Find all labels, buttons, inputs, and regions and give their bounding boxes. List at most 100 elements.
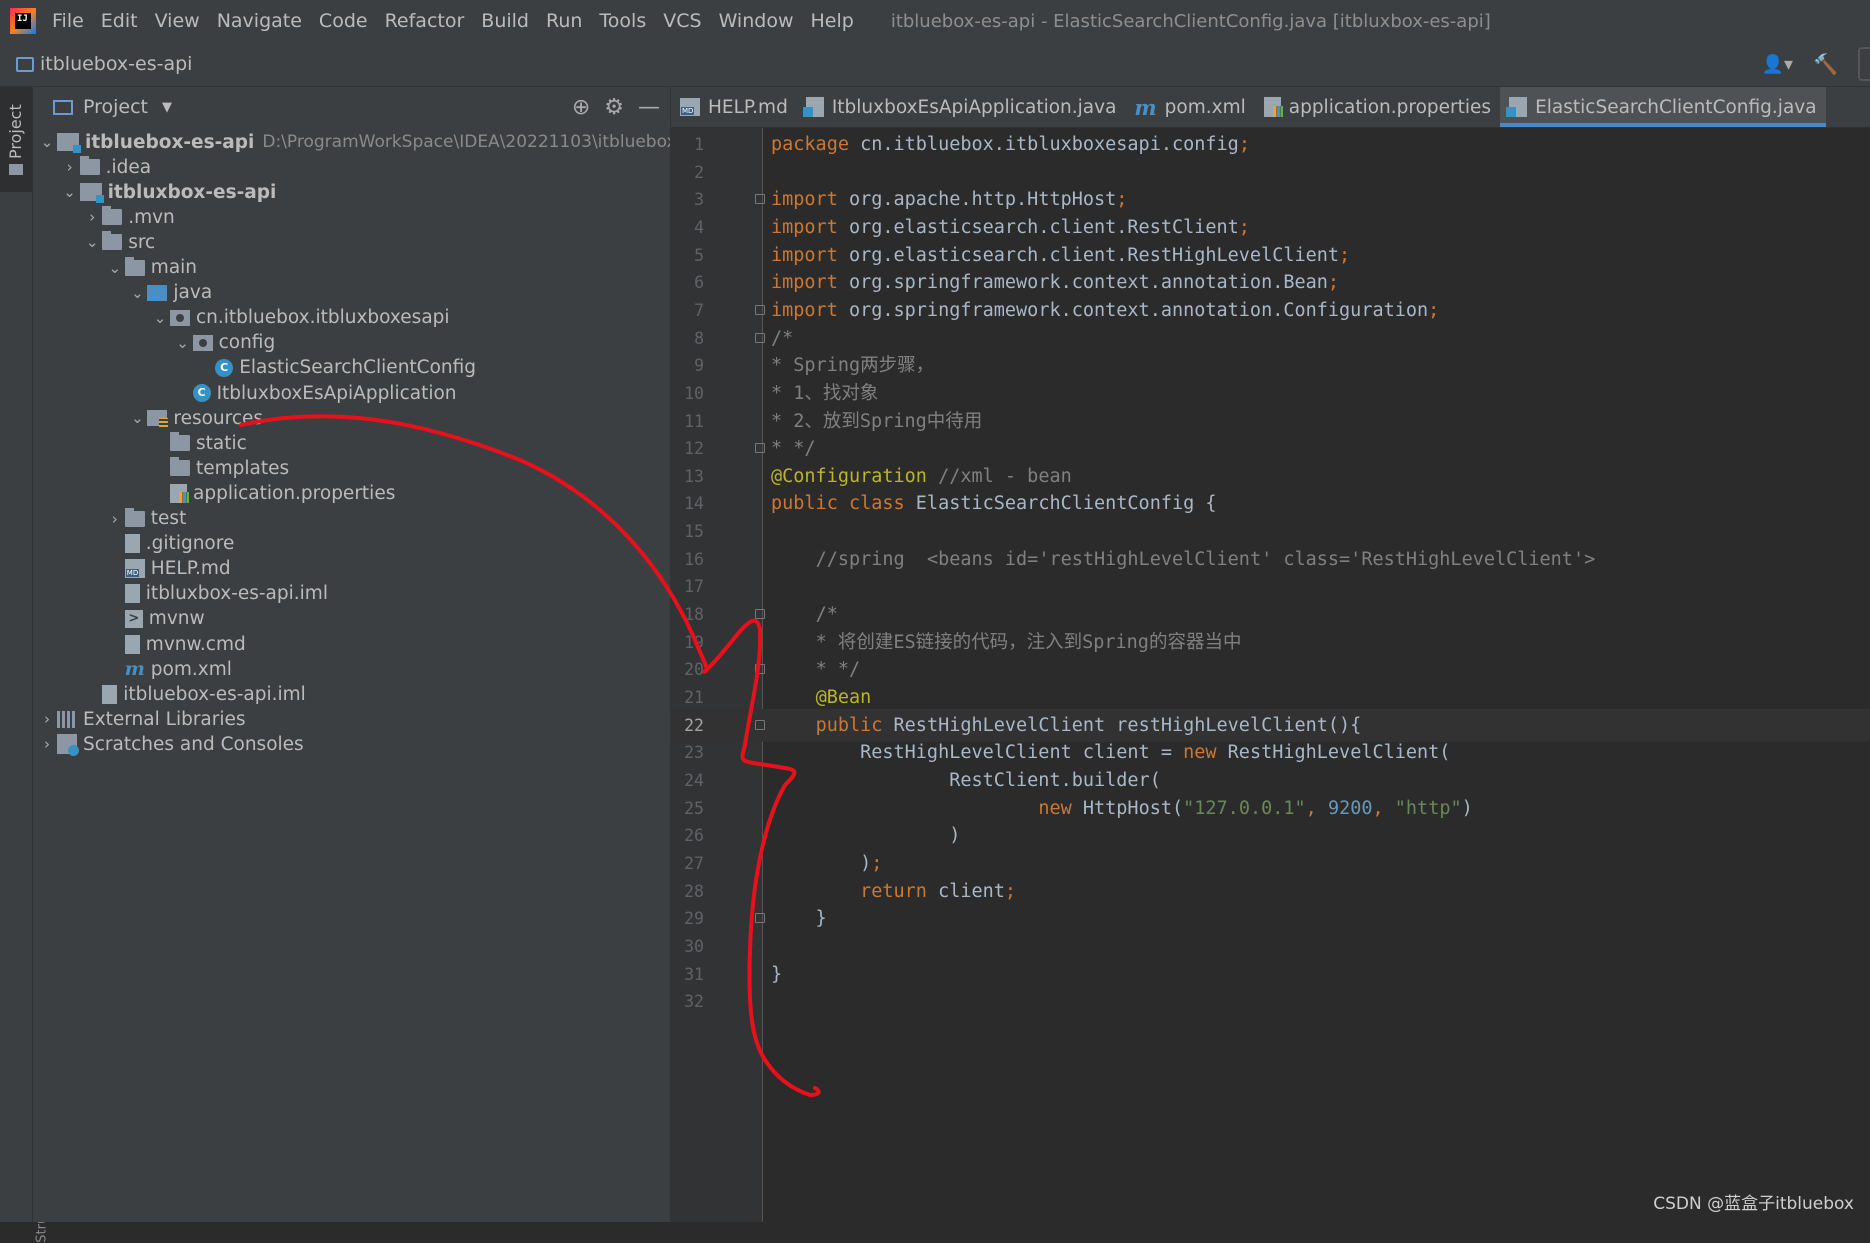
- fold-marker-icon[interactable]: [755, 443, 765, 454]
- menu-vcs[interactable]: VCS: [663, 10, 701, 32]
- menu-run[interactable]: Run: [546, 10, 582, 32]
- menu-window[interactable]: Window: [719, 10, 794, 32]
- fold-marker-icon[interactable]: [755, 913, 765, 924]
- java-file-icon: [1506, 97, 1528, 117]
- code-token: }: [771, 963, 783, 985]
- tree-item[interactable]: application.properties: [150, 478, 395, 508]
- menu-help[interactable]: Help: [810, 10, 853, 32]
- tree-item-label: mvnw: [148, 608, 205, 630]
- fold-marker-icon[interactable]: [755, 304, 765, 315]
- chevron-down-icon[interactable]: ⌄: [127, 409, 147, 427]
- chevron-right-icon[interactable]: ›: [82, 208, 102, 226]
- menu-tools[interactable]: Tools: [599, 10, 646, 32]
- code-token: ,: [1305, 797, 1328, 819]
- chevron-right-icon[interactable]: ›: [105, 510, 125, 528]
- code-line[interactable]: 32: [671, 985, 1870, 1018]
- tree-item-label: itbluebox-es-api.iml: [123, 683, 306, 705]
- code-token: org.springframework.context.annotation.C…: [848, 299, 1429, 321]
- code-token: RestClient.: [771, 769, 1072, 791]
- tab-label: application.properties: [1288, 96, 1492, 118]
- code-token: HttpHost(: [1082, 797, 1184, 819]
- code-token: ): [1461, 797, 1473, 819]
- minimize-icon[interactable]: —: [638, 95, 660, 120]
- editor: HELP.md ItbluxboxEsApiApplication.java mpo…: [671, 87, 1870, 1222]
- editor-tab[interactable]: application.properties: [1255, 87, 1500, 127]
- run-config-selector[interactable]: [1858, 47, 1870, 81]
- menu-view[interactable]: View: [155, 10, 200, 32]
- code-token: /*: [815, 604, 838, 626]
- md-icon: [124, 559, 145, 579]
- intellij-logo-icon[interactable]: IJ: [10, 8, 36, 34]
- tree-item[interactable]: › Scratches and Consoles: [37, 729, 304, 759]
- menu-code[interactable]: Code: [319, 10, 368, 32]
- project-tool-window-tab[interactable]: Project: [0, 87, 32, 192]
- chevron-down-icon[interactable]: ⌄: [37, 133, 57, 151]
- breadcrumb[interactable]: itbluebox-es-api: [40, 53, 192, 75]
- tree-item-label: application.properties: [193, 482, 396, 504]
- code-token: ): [771, 825, 961, 847]
- tree-item-label: .mvn: [128, 206, 175, 228]
- code-token: org.elasticsearch.client.RestClient: [848, 216, 1239, 238]
- code-token: ;: [1004, 880, 1017, 902]
- watermark: CSDN @蓝盒子itbluebox: [1653, 1194, 1854, 1214]
- menu-file[interactable]: File: [52, 10, 84, 32]
- build-hammer-icon[interactable]: 🔨: [1813, 52, 1838, 76]
- chevron-down-icon[interactable]: ⌄: [150, 309, 170, 327]
- res-icon: [147, 410, 169, 428]
- folder-icon: [170, 432, 190, 452]
- module-icon: [57, 133, 81, 153]
- fold-marker-icon[interactable]: [755, 194, 765, 205]
- chevron-down-icon[interactable]: ⌄: [105, 259, 125, 277]
- editor-tab[interactable]: ItbluxboxEsApiApplication.java: [797, 87, 1126, 127]
- chevron-right-icon[interactable]: ›: [60, 158, 80, 176]
- code-token: import: [771, 189, 849, 211]
- tree-item-label: src: [128, 231, 156, 253]
- fold-marker-icon[interactable]: [755, 609, 765, 620]
- code-token: ): [771, 852, 872, 874]
- editor-tab[interactable]: ElasticSearchClientConfig.java: [1500, 87, 1827, 127]
- chevron-right-icon[interactable]: ›: [37, 735, 57, 753]
- menu-items: File Edit View Navigate Code Refactor Build Run…: [52, 10, 871, 32]
- code-token: ;: [871, 852, 883, 874]
- tree-item-label: java: [173, 282, 213, 304]
- line-number: 32: [684, 992, 704, 1012]
- editor-tab[interactable]: m pom.xml: [1125, 87, 1254, 127]
- chevron-down-icon[interactable]: ⌄: [82, 233, 102, 251]
- editor-tab[interactable]: HELP.md: [671, 87, 797, 127]
- scratch-icon: [57, 734, 79, 757]
- libs-icon: [57, 710, 77, 728]
- panel-title[interactable]: Project: [83, 96, 148, 118]
- fold-marker-icon[interactable]: [755, 719, 765, 730]
- code-area[interactable]: 1 package cn.itbluebox.itbluxboxesapi.con…: [671, 128, 1870, 1222]
- md-file-icon: [680, 98, 700, 116]
- chevron-down-icon[interactable]: ⌄: [173, 334, 193, 352]
- code-token: ,: [1372, 797, 1395, 819]
- file-icon: [124, 534, 140, 554]
- chevron-right-icon[interactable]: ›: [37, 710, 57, 728]
- code-token: import: [771, 272, 849, 294]
- code-token: RestHighLevelClient restHighLevelClient(…: [893, 714, 1362, 736]
- chevron-down-icon[interactable]: ⌄: [127, 284, 147, 302]
- view-dropdown-icon[interactable]: ▼: [162, 100, 172, 115]
- fold-marker-icon[interactable]: [755, 332, 765, 343]
- code-token: public: [815, 714, 894, 736]
- chevron-down-icon[interactable]: ⌄: [60, 183, 80, 201]
- menu-build[interactable]: Build: [481, 10, 529, 32]
- menu-edit[interactable]: Edit: [101, 10, 138, 32]
- code-token: ;: [1339, 244, 1351, 266]
- fold-marker-icon[interactable]: [755, 664, 765, 675]
- menu-navigate[interactable]: Navigate: [217, 10, 302, 32]
- project-view-icon: [53, 99, 73, 115]
- tree-item-label: External Libraries: [83, 708, 246, 730]
- gear-icon[interactable]: ⚙: [604, 95, 624, 120]
- locate-file-icon[interactable]: ⊕: [572, 95, 590, 120]
- pkg-icon: [192, 334, 213, 351]
- folder-icon: [102, 206, 123, 226]
- user-icon[interactable]: 👤▾: [1762, 54, 1793, 75]
- menu-refactor[interactable]: Refactor: [385, 10, 465, 32]
- code-token: /*: [771, 327, 794, 349]
- file-icon: [124, 634, 140, 654]
- code-token: org.elasticsearch.client.RestHighLevelCl…: [848, 244, 1340, 266]
